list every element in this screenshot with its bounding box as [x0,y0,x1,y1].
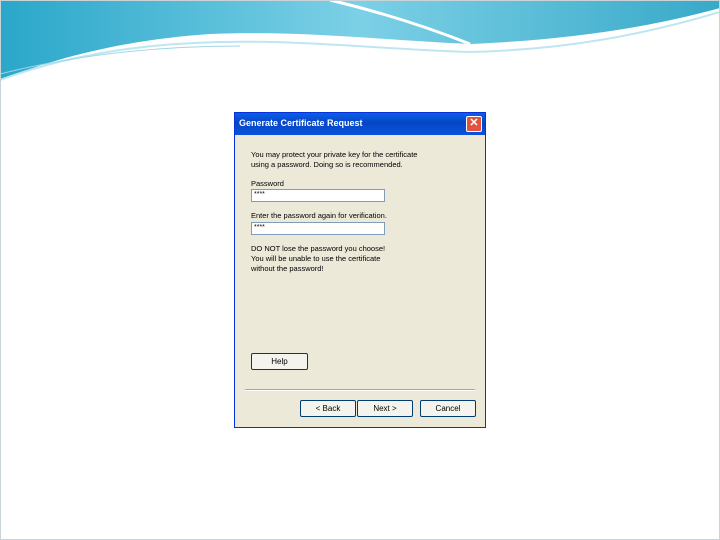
warning-text-line-1: DO NOT lose the password you choose! [251,244,386,253]
close-button[interactable]: ✕ [466,116,482,132]
cancel-button[interactable]: Cancel [420,400,476,417]
close-icon: ✕ [469,117,479,129]
dialog-title: Generate Certificate Request [239,118,363,128]
confirm-password-field[interactable]: **** [251,222,385,235]
button-separator [245,389,475,391]
back-button[interactable]: < Back [300,400,356,417]
warning-text-line-2: You will be unable to use the certificat… [251,254,381,263]
dialog-titlebar[interactable]: Generate Certificate Request ✕ [235,113,485,135]
intro-text-line-1: You may protect your private key for the… [251,150,418,159]
generate-certificate-request-dialog: Generate Certificate Request ✕ You may p… [234,112,486,428]
password-field[interactable]: **** [251,189,385,202]
help-button[interactable]: Help [251,353,308,370]
confirm-password-label: Enter the password again for verificatio… [251,211,387,220]
intro-text-line-2: using a password. Doing so is recommende… [251,160,403,169]
next-button[interactable]: Next > [357,400,413,417]
password-label: Password [251,179,284,188]
warning-text-line-3: without the password! [251,264,324,273]
